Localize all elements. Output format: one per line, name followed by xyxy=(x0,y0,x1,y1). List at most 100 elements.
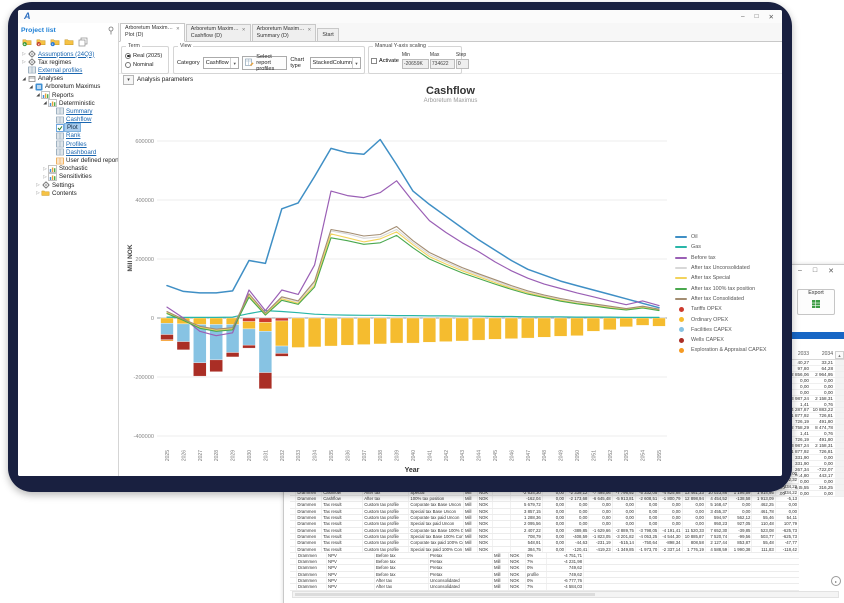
pin-icon[interactable] xyxy=(107,23,115,40)
vertical-scrollbar[interactable] xyxy=(835,467,844,472)
vertical-scrollbar[interactable] xyxy=(835,378,844,383)
value-cell: 3 857,15 xyxy=(511,509,543,514)
open-project-icon[interactable] xyxy=(63,37,75,48)
cell: NPV xyxy=(327,578,375,583)
new-project-icon[interactable]: + xyxy=(21,37,33,48)
field-value[interactable]: -20659K xyxy=(402,59,429,69)
vertical-scrollbar[interactable] xyxy=(835,479,844,484)
value-cell: 548,91 xyxy=(511,540,543,545)
table-row[interactable]: DrammenNPVAfter taxUnconsolidatedMillNOK… xyxy=(290,584,799,590)
sidebar-item-assumptions-24q3-[interactable]: ▷Assumptions (24Q3) xyxy=(21,50,118,58)
tab-summary-d-[interactable]: Arboretum Maxim…✕Summary (D) xyxy=(252,24,317,41)
bar-segment xyxy=(489,318,502,339)
minimize-icon[interactable]: – xyxy=(798,267,802,275)
sidebar-item-deterministic[interactable]: ◢Deterministic xyxy=(21,99,118,107)
sidebar-item-analyses[interactable]: ◢Analyses xyxy=(21,75,118,83)
tab-start[interactable]: Start xyxy=(317,28,338,41)
import-project-icon[interactable]: › xyxy=(49,37,61,48)
tab-close-icon[interactable]: ✕ xyxy=(176,26,180,32)
tab-close-icon[interactable]: ✕ xyxy=(242,27,246,33)
minimize-icon[interactable]: – xyxy=(741,13,745,21)
tab-plot-d-[interactable]: Arboretum Maxim…✕Plot (D) xyxy=(120,23,185,42)
sidebar-item-dashboard[interactable]: Dashboard xyxy=(21,148,118,156)
vertical-scrollbar[interactable] xyxy=(835,372,844,377)
activate-checkbox[interactable] xyxy=(371,58,377,64)
close-icon[interactable]: ✕ xyxy=(769,13,774,21)
vertical-scrollbar[interactable] xyxy=(835,408,844,413)
value-cell: -162,04 xyxy=(511,496,543,501)
window-icon xyxy=(27,75,36,83)
duplicate-window-icon[interactable] xyxy=(77,37,89,48)
sidebar-item-sensitivities[interactable]: ▷Sensitivities xyxy=(21,173,118,181)
x-tick-label: 2026 xyxy=(181,450,187,461)
field-value[interactable]: 0 xyxy=(456,59,469,69)
vertical-scrollbar[interactable] xyxy=(835,425,844,430)
vertical-scrollbar[interactable] xyxy=(835,431,844,436)
vertical-scrollbar[interactable] xyxy=(835,461,844,466)
vertical-scrollbar[interactable] xyxy=(835,390,844,395)
vertical-scrollbar[interactable] xyxy=(835,443,844,448)
vertical-scrollbar[interactable] xyxy=(835,360,844,365)
close-icon[interactable]: ✕ xyxy=(828,267,834,275)
sidebar-item-user-defined-reports[interactable]: User defined reports xyxy=(21,156,118,164)
tab-close-icon[interactable]: ✕ xyxy=(308,27,312,33)
scrollbar-thumb[interactable] xyxy=(295,593,595,596)
vertical-scrollbar[interactable] xyxy=(835,491,844,496)
legend-dot-swatch xyxy=(679,348,684,353)
vertical-scrollbar[interactable] xyxy=(835,449,844,454)
vertical-scrollbar[interactable] xyxy=(835,485,844,490)
analysis-parameters-toggle[interactable]: ▼ xyxy=(123,75,134,85)
value-cell: 0,00 xyxy=(566,521,589,526)
value-cell: 0,00 xyxy=(543,540,566,545)
vertical-scrollbar[interactable] xyxy=(835,419,844,424)
delete-project-icon[interactable]: x xyxy=(35,37,47,48)
cell: NOK xyxy=(478,534,493,539)
legend-item: After tax Special xyxy=(675,273,781,283)
vertical-scrollbar[interactable] xyxy=(835,384,844,389)
sidebar-item-plot[interactable]: Plot xyxy=(21,124,118,132)
sidebar-item-settings[interactable]: ▷Settings xyxy=(21,181,118,189)
value-cell: 12 898,94 xyxy=(683,496,706,501)
sidebar-item-stochastic[interactable]: ▷Stochastic xyxy=(21,165,118,173)
export-button[interactable]: Export xyxy=(797,289,835,315)
cashflow-plot[interactable]: 6000004000002000000-200000-4000002025202… xyxy=(123,104,675,476)
sidebar-item-summary[interactable]: Summary xyxy=(21,107,118,115)
value-cell: 0,00 xyxy=(776,502,799,507)
field-value[interactable]: 734622 xyxy=(430,59,455,69)
vertical-scrollbar[interactable] xyxy=(835,473,844,478)
scroll-up-button[interactable]: ▲ xyxy=(835,351,844,359)
sidebar-item-arboretum-maximus[interactable]: ◢Arboretum Maximus xyxy=(21,83,118,91)
value-cell: 503,77 xyxy=(752,534,775,539)
radio-button[interactable] xyxy=(125,53,131,59)
restore-icon[interactable]: □ xyxy=(813,267,817,275)
vertical-scrollbar[interactable] xyxy=(835,366,844,371)
x-tick-label: 2039 xyxy=(395,450,401,461)
sidebar-item-contents[interactable]: ▷Contents xyxy=(21,189,118,197)
sidebar-item-rank[interactable]: Rank xyxy=(21,132,118,140)
select-report-profiles-button[interactable]: Select report profiles xyxy=(242,56,287,70)
sidebar-item-profiles[interactable]: Profiles xyxy=(21,140,118,148)
term-option-nominal[interactable]: Nominal xyxy=(125,60,165,69)
sidebar-item-reports[interactable]: ◢Reports xyxy=(21,91,118,99)
horizontal-scrollbar[interactable] xyxy=(292,591,839,598)
restore-icon[interactable]: □ xyxy=(755,13,759,21)
radio-button[interactable] xyxy=(125,62,131,68)
cell: Drammen xyxy=(296,521,322,526)
grid-icon xyxy=(27,66,36,74)
vertical-scrollbar[interactable] xyxy=(835,413,844,418)
vertical-scrollbar[interactable] xyxy=(835,396,844,401)
tab-cashflow-d-[interactable]: Arboretum Maxim…✕Cashflow (D) xyxy=(186,24,251,41)
sidebar-item-tax-regimes[interactable]: ▷Tax regimes xyxy=(21,58,118,66)
vertical-scrollbar[interactable] xyxy=(835,437,844,442)
value-cell: 0,00 xyxy=(811,491,835,496)
chart-type-select[interactable]: StackedColumn▼ xyxy=(310,57,362,69)
value-cell: 111,83 xyxy=(752,547,775,552)
bar-segment xyxy=(259,322,272,331)
vertical-scrollbar[interactable] xyxy=(835,455,844,460)
scroll-corner-button[interactable]: ▸ xyxy=(831,576,841,586)
sidebar-item-external-profiles[interactable]: External profiles xyxy=(21,66,118,74)
category-select[interactable]: Cashflow▼ xyxy=(203,57,240,69)
term-option-real-2025-[interactable]: Real (2025) xyxy=(125,51,165,60)
vertical-scrollbar[interactable] xyxy=(835,402,844,407)
tab-bar: Arboretum Maxim…✕Plot (D)Arboretum Maxim… xyxy=(119,23,782,42)
